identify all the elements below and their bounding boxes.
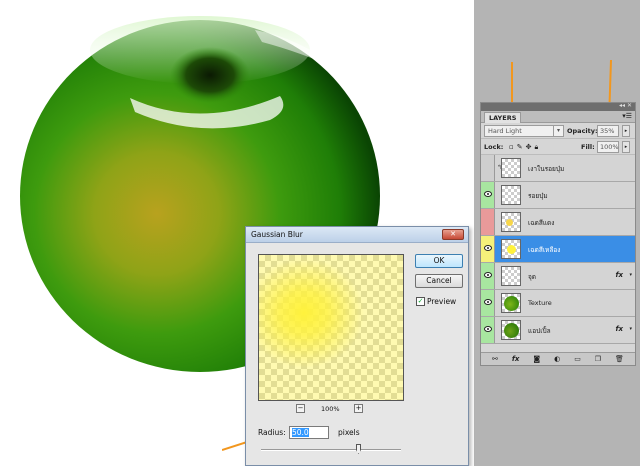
eye-icon [484,326,492,332]
mask-icon[interactable]: ◙ [533,355,540,363]
layer-name: แอปเปิ้ล [528,327,551,335]
layer-name: Texture [528,299,552,307]
layer-row-selected[interactable]: เฉดสีเหลือง [481,236,635,263]
layer-row[interactable]: ↰ เงาในรอยบุ๋ม [481,155,635,182]
opacity-slider-button[interactable]: ▸ [622,125,630,137]
preview-label: Preview [427,297,457,306]
blend-row: Hard Light ▾ Opacity: 35% ▸ [481,123,635,139]
visibility-toggle[interactable] [481,263,495,289]
radius-label: Radius: [258,428,286,437]
ok-button[interactable]: OK [415,254,463,268]
fx-icon[interactable]: fx [512,355,520,363]
fx-icon[interactable]: fx [615,271,623,279]
fill-field[interactable]: 100% [597,141,619,153]
layer-thumbnail [501,239,521,259]
visibility-toggle[interactable] [481,182,495,208]
collapse-icon[interactable]: ◂◂ ✕ [619,102,632,109]
folder-icon[interactable]: ▭ [574,355,581,363]
fx-icon[interactable]: fx [615,325,623,333]
trash-icon[interactable]: 🗑︎ [615,355,624,363]
layer-row[interactable]: รอยบุ๋ม [481,182,635,209]
adjustment-icon[interactable]: ◐ [554,355,560,363]
expand-effects-icon[interactable]: ▾ [629,272,632,278]
preview-toggle[interactable]: ✓ Preview [416,297,456,306]
dialog-titlebar[interactable]: Gaussian Blur ✕ [246,227,468,243]
expand-effects-icon[interactable]: ▾ [629,326,632,332]
layer-thumbnail [501,266,521,286]
opacity-field[interactable]: 35% [597,125,619,137]
link-icon[interactable]: ⚯ [492,355,498,363]
radius-input[interactable]: 50.0 [289,426,329,439]
blend-mode-select[interactable]: Hard Light ▾ [484,125,564,137]
lock-label: Lock: [484,143,504,151]
layer-name: เฉดสีแดง [528,219,555,227]
layer-name: รอยบุ๋ม [528,192,548,200]
tab-layers[interactable]: LAYERS [484,112,522,123]
visibility-toggle[interactable] [481,317,495,343]
lock-icons[interactable]: ▫✎✥🔒︎ [509,143,541,152]
fill-slider-button[interactable]: ▸ [622,141,630,153]
zoom-in-button[interactable]: + [354,404,363,413]
eye-icon [484,245,492,251]
panel-tabrow: LAYERS ▾☰ [481,111,635,123]
layers-panel: ◂◂ ✕ LAYERS ▾☰ Hard Light ▾ Opacity: 35%… [480,102,636,366]
blend-mode-value: Hard Light [488,127,522,135]
preview-checkbox[interactable]: ✓ [416,297,425,306]
layer-row[interactable]: จุด fx ▾ [481,263,635,290]
layer-list: ↰ เงาในรอยบุ๋ม รอยบุ๋ม เฉดสีแดง เฉดสีเหล… [481,155,635,344]
blur-preview[interactable] [258,254,404,401]
layer-thumbnail [501,320,521,340]
zoom-level: 100% [321,405,340,413]
layer-thumbnail [501,185,521,205]
fill-label: Fill: [581,143,595,151]
visibility-toggle[interactable] [481,155,495,181]
layer-thumbnail [501,158,521,178]
zoom-out-button[interactable]: − [296,404,305,413]
radius-slider-thumb[interactable] [356,444,361,454]
radius-value: 50.0 [292,428,309,437]
lock-row: Lock: ▫✎✥🔒︎ Fill: 100% ▸ [481,139,635,155]
dialog-title: Gaussian Blur [251,230,303,239]
panel-bottom-toolbar: ⚯ fx ◙ ◐ ▭ ❐ 🗑︎ [481,352,635,365]
panel-topbar: ◂◂ ✕ [481,102,635,111]
opacity-label: Opacity: [567,127,598,135]
layer-name: จุด [528,273,537,281]
visibility-toggle[interactable] [481,209,495,235]
visibility-toggle[interactable] [481,290,495,316]
radius-slider[interactable] [261,444,401,454]
panel-menu-icon[interactable]: ▾☰ [622,112,632,120]
eye-icon [484,191,492,197]
gaussian-blur-dialog: Gaussian Blur ✕ OK Cancel ✓ Preview − 10… [245,226,469,466]
layer-name: เงาในรอยบุ๋ม [528,165,565,173]
layer-row[interactable]: เฉดสีแดง [481,209,635,236]
cancel-button[interactable]: Cancel [415,274,463,288]
visibility-toggle[interactable] [481,236,495,262]
eye-icon [484,299,492,305]
layer-row[interactable]: Texture [481,290,635,317]
close-button[interactable]: ✕ [442,229,464,240]
layer-row[interactable]: แอปเปิ้ล fx ▾ [481,317,635,344]
zoom-controls: − 100% + [296,404,364,414]
radius-unit: pixels [338,428,360,437]
eye-icon [484,272,492,278]
chevron-down-icon: ▾ [553,126,563,136]
new-layer-icon[interactable]: ❐ [595,355,601,363]
layer-name: เฉดสีเหลือง [528,246,561,254]
layer-thumbnail [501,212,521,232]
layer-thumbnail [501,293,521,313]
